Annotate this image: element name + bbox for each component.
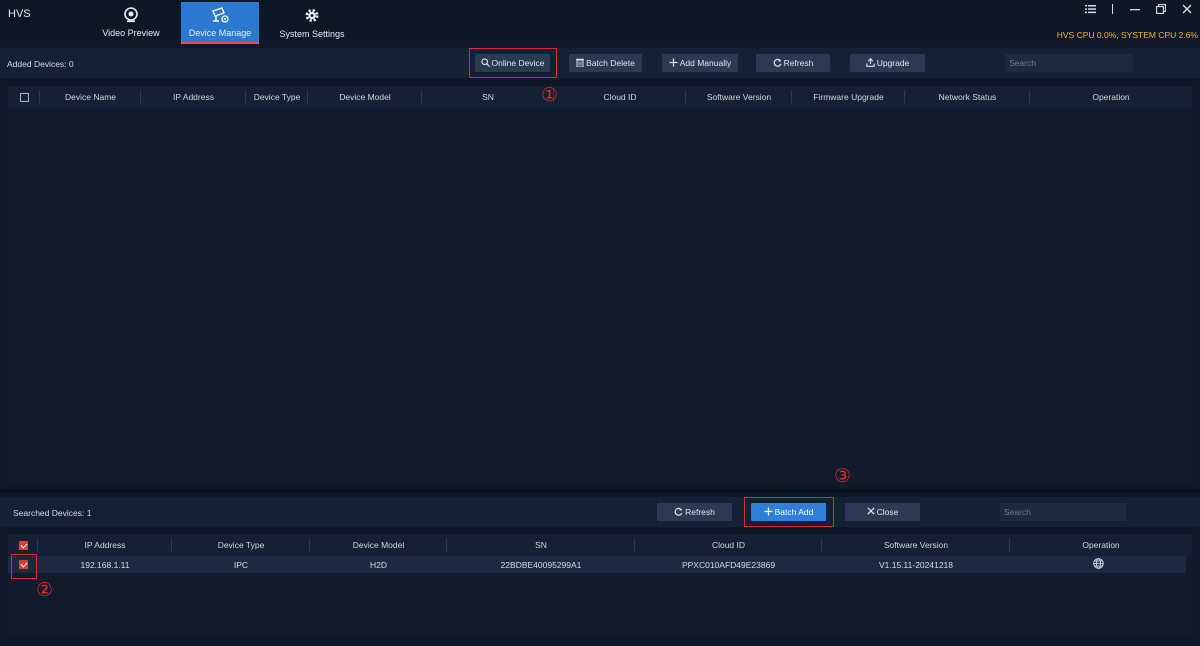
- cell-device-type: IPC: [233, 559, 249, 570]
- column-header[interactable]: IP Address: [141, 86, 246, 108]
- added-devices-table-body: [8, 108, 1192, 486]
- refresh-label: Refresh: [685, 507, 715, 517]
- annotation-marker: ③: [834, 466, 852, 487]
- added-devices-toolbar: Added Devices: 0 Online Device Batch Del…: [0, 48, 1200, 78]
- cell-operation: [1010, 556, 1186, 573]
- restore-icon[interactable]: [1156, 4, 1166, 17]
- column-header[interactable]: Device Model: [310, 534, 447, 556]
- close-label: Close: [876, 507, 899, 517]
- minimize-icon[interactable]: [1130, 4, 1140, 17]
- tab-video-preview[interactable]: Video Preview: [95, 2, 167, 44]
- tab-label: Device Manage: [188, 28, 252, 38]
- select-all-checkbox[interactable]: [18, 540, 28, 550]
- highlight-online-device: [469, 48, 557, 78]
- searched-devices-table-header: IP Address Device Type Device Model SN C…: [8, 534, 1192, 556]
- tab-label: System Settings: [279, 29, 345, 39]
- app-title: HVS: [8, 8, 31, 20]
- close-icon[interactable]: [1182, 4, 1192, 17]
- tab-device-manage[interactable]: Device Manage: [181, 2, 259, 44]
- cpu-status: HVS CPU 0.0%, SYSTEM CPU 2.6%: [1056, 30, 1198, 40]
- batch-delete-button[interactable]: Batch Delete: [569, 54, 642, 72]
- menu-list-icon[interactable]: [1085, 4, 1096, 17]
- trash-icon: [576, 58, 585, 69]
- column-header[interactable]: Device Name: [40, 86, 141, 108]
- cell-software-version: V1.15.11-20241218: [878, 559, 954, 570]
- column-header[interactable]: Device Type: [172, 534, 310, 556]
- column-header[interactable]: SN: [447, 534, 635, 556]
- globe-icon[interactable]: [1092, 558, 1104, 571]
- annotation-marker: ②: [36, 580, 54, 601]
- divider-icon: [1112, 4, 1114, 17]
- search-input[interactable]: [1000, 503, 1126, 521]
- column-header[interactable]: Operation: [1030, 86, 1192, 108]
- plus-icon: [669, 58, 678, 69]
- upgrade-button[interactable]: Upgrade: [850, 54, 925, 72]
- tab-label: Video Preview: [102, 28, 160, 38]
- highlight-batch-add: [744, 497, 834, 527]
- title-bar: HVS Video Preview Device Manage System S…: [0, 0, 1200, 46]
- added-devices-count: Added Devices: 0: [7, 59, 74, 69]
- select-all-checkbox[interactable]: [19, 92, 29, 102]
- camera-icon: [123, 7, 139, 25]
- cell-ip: 192.168.1.11: [80, 559, 130, 570]
- column-header[interactable]: Firmware Upgrade: [792, 86, 905, 108]
- select-all-cell: [8, 534, 38, 556]
- tab-system-settings[interactable]: System Settings: [275, 2, 349, 44]
- searched-devices-count: Searched Devices: 1: [13, 508, 92, 518]
- search-input[interactable]: [1005, 54, 1133, 72]
- cell-sn: 22BDBE40095299A1: [500, 559, 582, 570]
- refresh-icon: [773, 58, 782, 69]
- panel-divider[interactable]: [0, 489, 1200, 493]
- add-manually-label: Add Manually: [679, 58, 732, 68]
- upgrade-label: Upgrade: [876, 58, 910, 68]
- column-header[interactable]: Operation: [1010, 534, 1192, 556]
- highlight-row-checkbox: [11, 554, 37, 579]
- column-header[interactable]: Cloud ID: [554, 86, 686, 108]
- cell-cloud-id: PPXC010AFD49E23869: [681, 559, 776, 570]
- device-manage-icon: [211, 7, 229, 25]
- refresh-button[interactable]: Refresh: [756, 54, 830, 72]
- column-header[interactable]: Device Model: [308, 86, 422, 108]
- column-header[interactable]: SN: [422, 86, 554, 108]
- upload-icon: [865, 57, 875, 69]
- column-header[interactable]: Software Version: [686, 86, 792, 108]
- added-devices-table-header: Device Name IP Address Device Type Devic…: [8, 86, 1192, 108]
- refresh-icon: [674, 507, 683, 518]
- column-header[interactable]: Network Status: [905, 86, 1030, 108]
- window-controls: [1085, 4, 1192, 17]
- select-all-cell: [8, 86, 40, 108]
- column-header[interactable]: IP Address: [38, 534, 172, 556]
- batch-delete-label: Batch Delete: [586, 58, 635, 68]
- add-manually-button[interactable]: Add Manually: [662, 54, 738, 72]
- column-header[interactable]: Software Version: [822, 534, 1010, 556]
- close-icon: [867, 507, 875, 517]
- refresh-label: Refresh: [783, 58, 814, 68]
- annotation-marker: ①: [541, 85, 559, 106]
- searched-refresh-button[interactable]: Refresh: [657, 503, 732, 521]
- table-row[interactable]: 192.168.1.11 IPC H2D 22BDBE40095299A1 PP…: [8, 556, 1186, 573]
- close-button[interactable]: Close: [845, 503, 920, 521]
- gear-icon: [303, 7, 321, 26]
- searched-devices-toolbar: Searched Devices: 1 Refresh Batch Add Cl…: [0, 497, 1200, 527]
- column-header[interactable]: Device Type: [246, 86, 308, 108]
- cell-device-model: H2D: [369, 559, 387, 570]
- column-header[interactable]: Cloud ID: [635, 534, 822, 556]
